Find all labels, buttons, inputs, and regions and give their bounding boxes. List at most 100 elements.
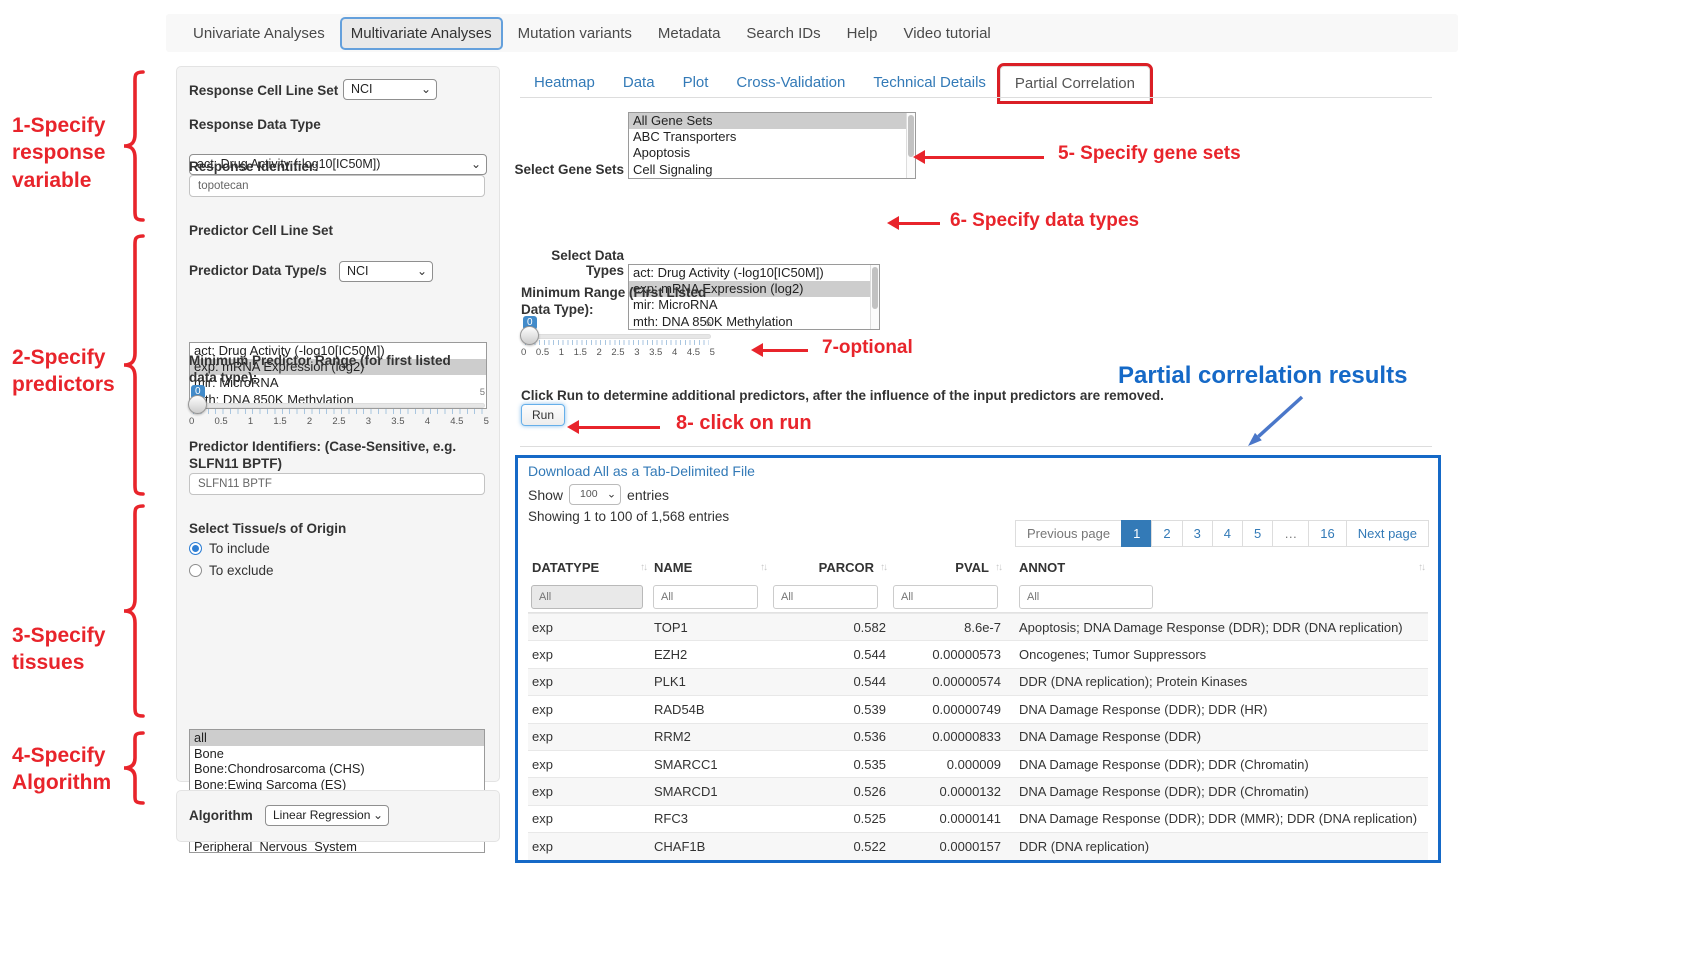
predictor-cell-line-set-label: Predictor Cell Line Set [189, 223, 333, 240]
cell-name: EZH2 [650, 647, 770, 662]
tick-label: 5 [484, 416, 489, 427]
listbox-option[interactable]: Bone [190, 746, 484, 762]
next-page-button[interactable]: Next page [1346, 520, 1429, 547]
previous-page-button[interactable]: Previous page [1015, 520, 1122, 547]
filter-parcor-input[interactable] [773, 585, 878, 609]
cell-annot: DDR (DNA replication) [1005, 839, 1428, 854]
column-header-parcor[interactable]: PARCOR ↑↓ [770, 560, 890, 575]
nav-univariate-analyses[interactable]: Univariate Analyses [182, 17, 336, 50]
page-button-5[interactable]: 5 [1242, 520, 1273, 547]
tick-label: 1 [248, 416, 253, 427]
cell-name: SMARCD1 [650, 784, 770, 799]
scrollbar[interactable] [870, 265, 879, 329]
page-button-1[interactable]: 1 [1121, 520, 1152, 547]
slider-handle[interactable] [520, 326, 539, 345]
algorithm-select[interactable]: Linear Regression ⌄ [265, 805, 389, 826]
column-header-pval[interactable]: PVAL ↑↓ [890, 560, 1005, 575]
brace-tissues [120, 504, 146, 718]
chevron-down-icon: ⌄ [421, 82, 431, 96]
scrollbar-thumb[interactable] [872, 267, 878, 309]
nav-multivariate-analyses[interactable]: Multivariate Analyses [340, 17, 503, 50]
listbox-option[interactable]: act: Drug Activity (-log10[IC50M]) [629, 265, 879, 281]
filter-annot-input[interactable] [1019, 585, 1153, 609]
tissue-include-radio[interactable]: To include [189, 541, 270, 556]
column-header-annot[interactable]: ANNOT ↑↓ [1005, 560, 1428, 575]
nav-metadata[interactable]: Metadata [647, 17, 732, 50]
listbox-option-selected[interactable]: All Gene Sets [629, 113, 915, 129]
tick-label: 3 [634, 347, 639, 358]
filter-pval-input[interactable] [893, 585, 998, 609]
page-button-2[interactable]: 2 [1151, 520, 1182, 547]
slider-track[interactable] [523, 334, 711, 339]
tab-heatmap[interactable]: Heatmap [520, 66, 609, 101]
response-identifier-input[interactable]: topotecan [189, 175, 485, 197]
tick-label: 2.5 [611, 347, 624, 358]
min-range-slider[interactable]: 0 5 00.511.522.533.544.55 [523, 318, 711, 358]
cell-annot: DDR (DNA replication); Protein Kinases [1005, 674, 1428, 689]
response-cell-line-set-select[interactable]: NCI ⌄ [343, 79, 437, 100]
arrow-results [1238, 394, 1310, 454]
listbox-option[interactable]: ABC Transporters [629, 129, 915, 145]
tab-data[interactable]: Data [609, 66, 669, 101]
chevron-down-icon: ⌄ [607, 487, 616, 500]
annotation-specify-gene-sets: 5- Specify gene sets [1058, 143, 1241, 165]
filter-name-input[interactable] [653, 585, 758, 609]
sort-icon[interactable]: ↑↓ [880, 562, 886, 573]
page-button-4[interactable]: 4 [1212, 520, 1243, 547]
tab-plot[interactable]: Plot [669, 66, 723, 101]
slider-track[interactable] [191, 403, 485, 408]
column-header-datatype[interactable]: DATATYPE ↑↓ [528, 560, 650, 575]
brace-response [120, 70, 146, 222]
sort-icon[interactable]: ↑↓ [995, 562, 1001, 573]
table-header-row: DATATYPE ↑↓ NAME ↑↓ PARCOR ↑↓ PVAL ↑↓ AN… [528, 554, 1428, 581]
slider-handle[interactable] [188, 395, 207, 414]
listbox-option[interactable]: Cell Signaling [629, 162, 915, 178]
listbox-option-selected[interactable]: all [190, 730, 484, 746]
scrollbar[interactable] [906, 113, 915, 178]
download-link[interactable]: Download All as a Tab-Delimited File [528, 463, 755, 479]
cell-pval: 0.00000573 [890, 647, 1005, 662]
cell-parcor: 0.525 [770, 811, 890, 826]
table-row: exp CHAF1B 0.522 0.0000157 DDR (DNA repl… [528, 832, 1428, 859]
chevron-down-icon: ⌄ [373, 808, 383, 822]
column-header-name[interactable]: NAME ↑↓ [650, 560, 770, 575]
tissue-exclude-radio[interactable]: To exclude [189, 563, 274, 578]
sort-icon[interactable]: ↑↓ [640, 562, 646, 573]
cell-name: RRM2 [650, 729, 770, 744]
listbox-option[interactable]: Bone:Chondrosarcoma (CHS) [190, 761, 484, 777]
table-row: exp RAD54B 0.539 0.00000749 DNA Damage R… [528, 695, 1428, 722]
show-label: Show [528, 487, 563, 503]
nav-mutation-variants[interactable]: Mutation variants [507, 17, 643, 50]
nav-video-tutorial[interactable]: Video tutorial [892, 17, 1001, 50]
show-entries-select[interactable]: 100 ⌄ [569, 484, 621, 505]
cell-name: SMARCC1 [650, 757, 770, 772]
arrow-gene-sets [918, 156, 1044, 159]
filter-datatype-input[interactable] [531, 585, 643, 609]
page-button-3[interactable]: 3 [1182, 520, 1213, 547]
page-button-16[interactable]: 16 [1308, 520, 1346, 547]
response-cell-line-set-value: NCI [351, 82, 373, 96]
run-button[interactable]: Run [521, 404, 565, 426]
nav-help[interactable]: Help [836, 17, 889, 50]
showing-entries-text: Showing 1 to 100 of 1,568 entries [528, 509, 729, 524]
arrow-run [572, 426, 660, 429]
column-label: PARCOR [819, 560, 874, 575]
predictor-identifiers-input[interactable]: SLFN11 BPTF [189, 473, 485, 495]
algorithm-value: Linear Regression [273, 808, 370, 822]
sort-icon[interactable]: ↑↓ [760, 562, 766, 573]
sort-icon[interactable]: ↑↓ [1418, 562, 1424, 573]
tab-cross-validation[interactable]: Cross-Validation [722, 66, 859, 101]
annotation-specify-tissues: 3-Specify tissues [12, 622, 122, 677]
tick-label: 3 [366, 416, 371, 427]
tab-technical-details[interactable]: Technical Details [859, 66, 1000, 101]
listbox-option[interactable]: Apoptosis [629, 145, 915, 161]
min-predictor-range-slider[interactable]: 0 5 00.511.522.533.544.55 [191, 387, 485, 427]
cell-name: TOP1 [650, 620, 770, 635]
nav-search-ids[interactable]: Search IDs [735, 17, 831, 50]
tick-label: 4 [672, 347, 677, 358]
cell-parcor: 0.582 [770, 620, 890, 635]
cell-datatype: exp [528, 757, 650, 772]
predictor-cell-line-set-select[interactable]: NCI ⌄ [339, 261, 433, 282]
tab-partial-correlation[interactable]: Partial Correlation [1000, 66, 1150, 101]
cell-annot: DNA Damage Response (DDR); DDR (HR) [1005, 702, 1428, 717]
